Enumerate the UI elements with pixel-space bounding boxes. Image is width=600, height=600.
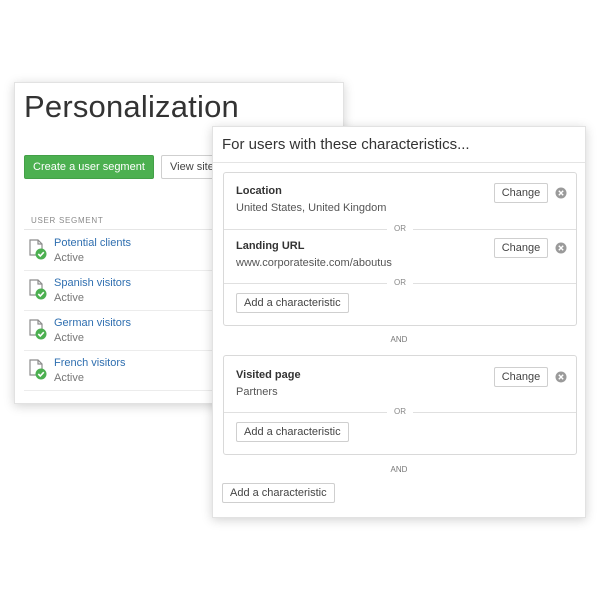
or-label: OR bbox=[387, 277, 413, 289]
add-characteristic-group-button[interactable]: Add a characteristic bbox=[222, 483, 335, 503]
characteristic-group: Location United States, United Kingdom C… bbox=[223, 172, 577, 326]
add-characteristic-button[interactable]: Add a characteristic bbox=[236, 422, 349, 442]
document-check-icon bbox=[29, 359, 47, 380]
change-landing-url-button[interactable]: Change bbox=[494, 238, 548, 258]
characteristics-panel: For users with these characteristics... … bbox=[212, 126, 586, 518]
add-characteristic-button[interactable]: Add a characteristic bbox=[236, 293, 349, 313]
remove-icon[interactable] bbox=[555, 187, 567, 199]
or-separator: OR bbox=[224, 277, 576, 289]
document-check-icon bbox=[29, 239, 47, 260]
characteristic-label-location: Location bbox=[236, 185, 282, 197]
characteristic-value-location: United States, United Kingdom bbox=[236, 202, 387, 214]
remove-icon[interactable] bbox=[555, 242, 567, 254]
user-segment-column-header: USER SEGMENT bbox=[31, 216, 104, 225]
or-label: OR bbox=[387, 406, 413, 418]
or-separator: OR bbox=[224, 406, 576, 418]
characteristic-value-landing-url: www.corporatesite.com/aboutus bbox=[236, 257, 392, 269]
segment-link-potential-clients[interactable]: Potential clients bbox=[54, 237, 131, 249]
change-visited-page-button[interactable]: Change bbox=[494, 367, 548, 387]
segment-status: Active bbox=[54, 292, 84, 304]
segment-link-spanish-visitors[interactable]: Spanish visitors bbox=[54, 277, 131, 289]
characteristic-value-visited-page: Partners bbox=[236, 386, 278, 398]
document-check-icon bbox=[29, 319, 47, 340]
remove-icon[interactable] bbox=[555, 371, 567, 383]
characteristic-label-visited-page: Visited page bbox=[236, 369, 301, 381]
segment-status: Active bbox=[54, 372, 84, 384]
characteristics-title: For users with these characteristics... bbox=[222, 136, 470, 153]
segment-link-german-visitors[interactable]: German visitors bbox=[54, 317, 131, 329]
characteristic-group: Visited page Partners Change OR Add a ch… bbox=[223, 355, 577, 455]
segment-link-french-visitors[interactable]: French visitors bbox=[54, 357, 126, 369]
change-location-button[interactable]: Change bbox=[494, 183, 548, 203]
segment-status: Active bbox=[54, 252, 84, 264]
create-user-segment-button[interactable]: Create a user segment bbox=[24, 155, 154, 179]
page-title: Personalization bbox=[24, 89, 239, 124]
document-check-icon bbox=[29, 279, 47, 300]
and-separator: AND bbox=[390, 335, 408, 344]
or-separator: OR bbox=[224, 223, 576, 235]
and-separator: AND bbox=[390, 465, 408, 474]
characteristic-label-landing-url: Landing URL bbox=[236, 240, 305, 252]
title-divider bbox=[213, 162, 585, 163]
segment-status: Active bbox=[54, 332, 84, 344]
or-label: OR bbox=[387, 223, 413, 235]
